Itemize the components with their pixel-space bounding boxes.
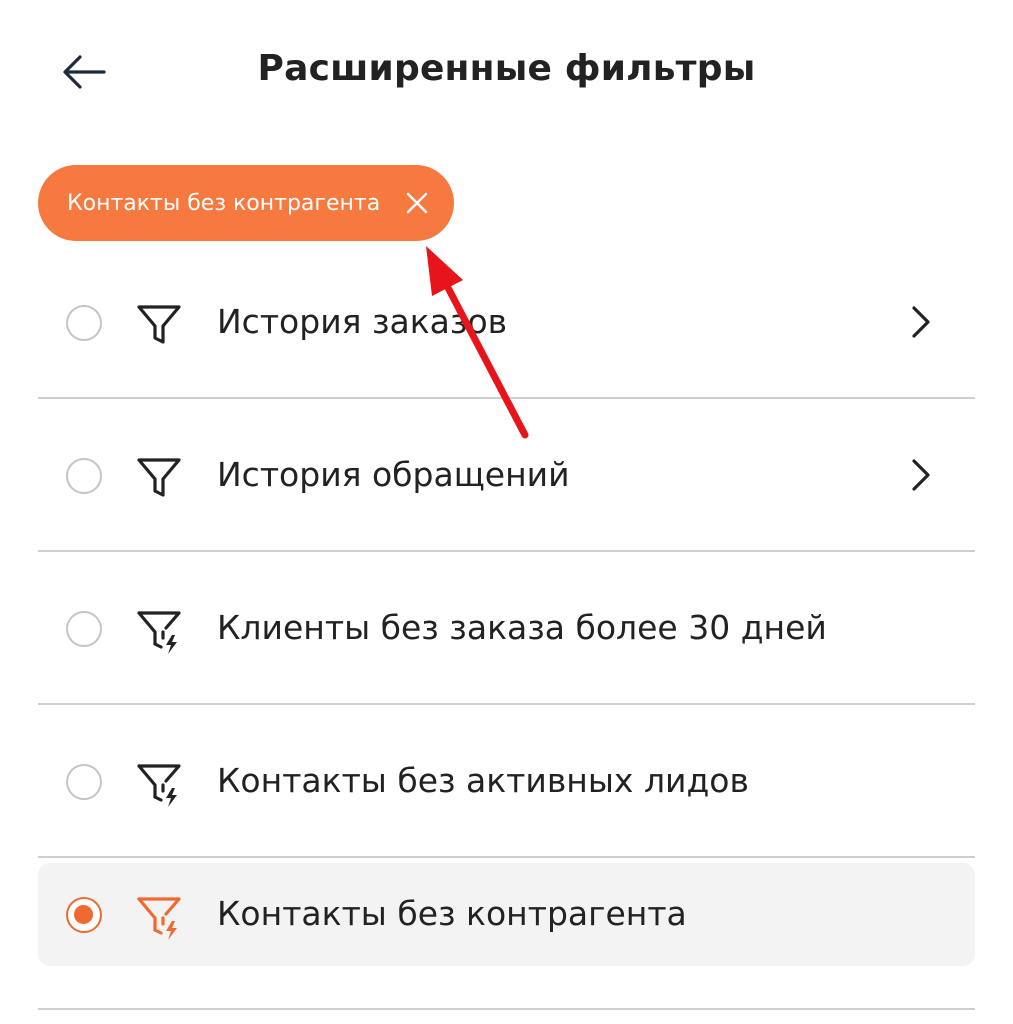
radio-button[interactable] bbox=[66, 458, 102, 494]
chevron-right-icon[interactable] bbox=[905, 457, 935, 493]
filter-lightning-icon bbox=[137, 764, 181, 807]
active-filter-chip-label: Контакты без контрагента bbox=[67, 190, 381, 216]
filter-item-label: Контакты без контрагента bbox=[217, 894, 687, 933]
filter-item-contacts-no-counterparty[interactable]: Контакты без контрагента bbox=[38, 858, 975, 1011]
filter-icon bbox=[137, 305, 181, 344]
chevron-right-icon[interactable] bbox=[905, 304, 935, 340]
filter-lightning-icon bbox=[137, 611, 181, 654]
filter-item-order-history[interactable]: История заказов bbox=[38, 246, 975, 399]
filter-item-clients-no-order-30-days[interactable]: Клиенты без заказа более 30 дней bbox=[38, 552, 975, 705]
close-icon[interactable] bbox=[406, 192, 428, 214]
page-title: Расширенные фильтры bbox=[257, 48, 756, 89]
radio-button[interactable] bbox=[66, 764, 102, 800]
radio-button[interactable] bbox=[66, 305, 102, 341]
advanced-filters-screen: Расширенные фильтры Контакты без контраг… bbox=[0, 0, 1013, 1024]
filter-icon bbox=[137, 458, 181, 497]
filter-item-label: История заказов bbox=[217, 302, 508, 341]
filter-item-label: Клиенты без заказа более 30 дней bbox=[217, 608, 827, 647]
radio-button[interactable] bbox=[66, 611, 102, 647]
filter-item-label: Контакты без активных лидов bbox=[217, 761, 749, 800]
header: Расширенные фильтры bbox=[0, 0, 1013, 150]
filter-item-label: История обращений bbox=[217, 455, 570, 494]
filter-item-contacts-no-active-leads[interactable]: Контакты без активных лидов bbox=[38, 705, 975, 858]
radio-button-checked[interactable] bbox=[66, 897, 102, 933]
active-filter-chip[interactable]: Контакты без контрагента bbox=[38, 165, 454, 241]
filter-lightning-icon bbox=[137, 897, 181, 940]
filter-list: История заказов История обращений Клиент… bbox=[38, 246, 975, 1011]
divider bbox=[38, 1008, 975, 1010]
filter-item-request-history[interactable]: История обращений bbox=[38, 399, 975, 552]
